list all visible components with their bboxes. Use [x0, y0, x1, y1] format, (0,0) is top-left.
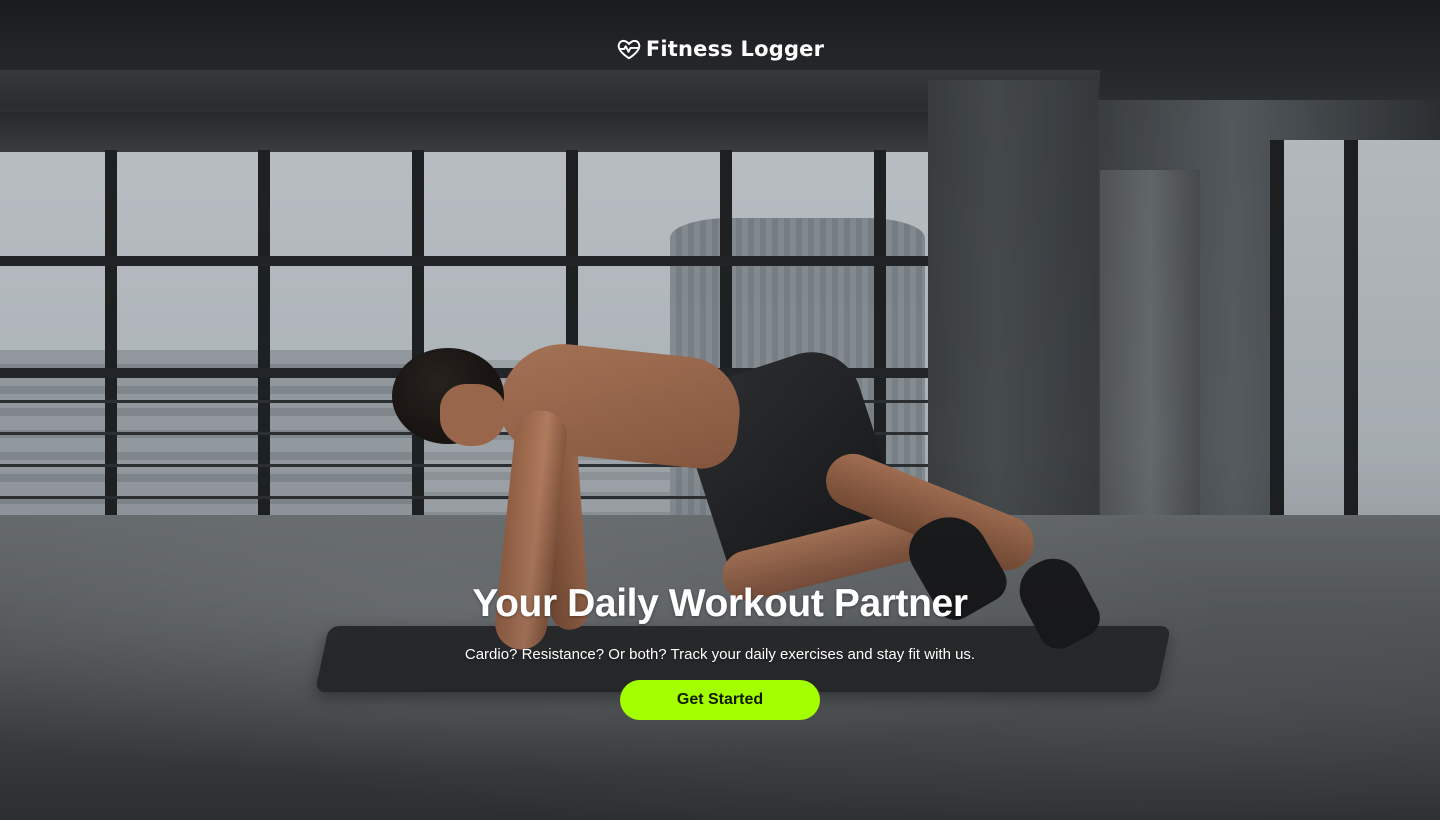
top-navbar: Fitness Logger — [0, 0, 1440, 100]
hero-subtitle: Cardio? Resistance? Or both? Track your … — [464, 646, 976, 663]
hero-section: Your Daily Workout Partner Cardio? Resis… — [0, 580, 1440, 720]
get-started-button[interactable]: Get Started — [620, 680, 820, 720]
brand-name: Fitness Logger — [645, 37, 825, 61]
hero-title: Your Daily Workout Partner — [472, 582, 968, 625]
brand-logo-link[interactable]: Fitness Logger — [616, 36, 824, 62]
heart-pulse-icon — [616, 36, 642, 62]
